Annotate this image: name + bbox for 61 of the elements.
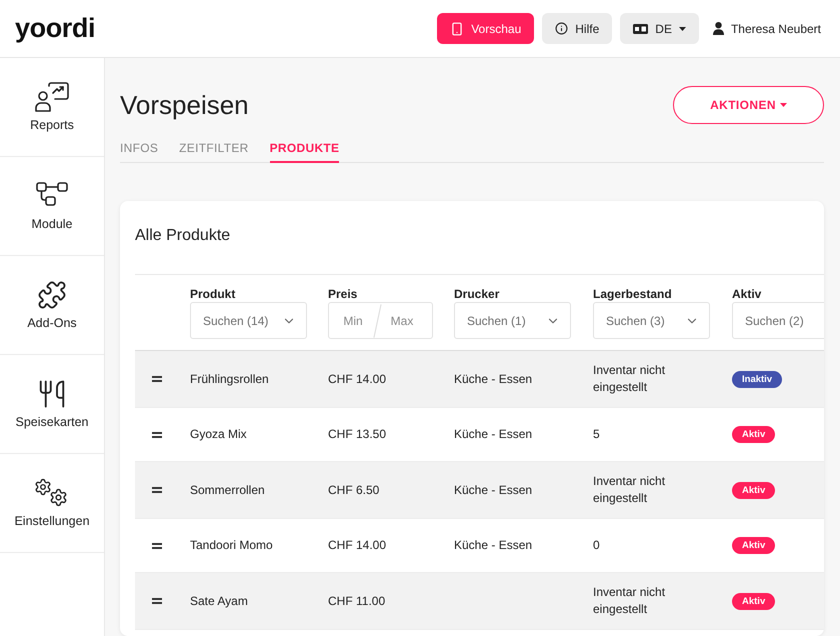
tab[interactable]: PRODUKTE (270, 137, 340, 163)
drag-handle-icon[interactable] (152, 376, 162, 382)
drag-handle-icon[interactable] (152, 487, 162, 493)
table-cell-text: 0 (593, 537, 601, 554)
table-cell-text: Sommerrollen (190, 482, 266, 498)
table-cell-text: Inventar nicht eingestellt (593, 584, 666, 618)
logo-text: yoordi (15, 15, 96, 42)
person-chart-icon (35, 82, 69, 112)
drag-handle-icon[interactable] (152, 598, 162, 604)
table-cell-text: Sate Ayam (190, 592, 249, 610)
filter-dropdown[interactable]: Suchen (3) (593, 302, 710, 339)
table-cell-text: CHF 14.00 (328, 370, 388, 388)
status-badge: Aktiv (732, 592, 776, 610)
column-header: Lagerbestand (593, 287, 672, 302)
status-badge: Aktiv (732, 537, 776, 554)
user-icon (712, 22, 724, 35)
table-cell-text: CHF 13.50 (328, 426, 388, 443)
actions-button[interactable]: AKTIONEN (673, 86, 824, 124)
table-cell-text: Küche - Essen (454, 426, 534, 443)
table-cell-text: CHF 11.00 (328, 592, 386, 610)
fork-knife-icon (37, 379, 67, 409)
status-badge: Inaktiv (732, 370, 782, 388)
info-icon (555, 22, 568, 35)
filter-dropdown[interactable]: Suchen (2) (732, 302, 824, 339)
column-header: Drucker (454, 287, 500, 302)
tab[interactable]: INFOS (120, 137, 158, 163)
max-price-input[interactable]: Max (378, 304, 426, 337)
status-badge: Aktiv (732, 482, 776, 498)
card-title: Alle Produkte (135, 226, 232, 246)
table-cell-text: Küche - Essen (454, 370, 534, 388)
table-cell-text: CHF 6.50 (328, 482, 380, 498)
filter-dropdown[interactable]: Suchen (14) (190, 302, 307, 339)
card-icon (633, 24, 648, 34)
table-cell-text: 5 (593, 426, 601, 443)
phone-icon (450, 22, 464, 36)
column-header: Aktiv (732, 287, 762, 302)
preview-button[interactable]: Vorschau (437, 13, 534, 44)
tab[interactable]: ZEITFILTER (179, 137, 249, 163)
drag-handle-icon[interactable] (152, 432, 162, 438)
puzzle-icon (37, 280, 67, 310)
column-header: Produkt (190, 287, 236, 302)
table-cell-text: Frühlingsrollen (190, 370, 270, 388)
table-cell-text: Küche - Essen (454, 482, 534, 498)
table-cell-text: Tandoori Momo (190, 537, 274, 554)
table-cell-text: Gyoza Mix (190, 426, 248, 443)
help-button[interactable]: Hilfe (542, 13, 612, 44)
page-title: Vorspeisen (120, 90, 249, 120)
table-cell-text: Inventar nicht eingestellt (593, 473, 666, 507)
language-button[interactable]: DE (620, 13, 699, 44)
status-badge: Aktiv (732, 426, 776, 443)
table-cell-text: CHF 14.00 (328, 537, 388, 554)
table-cell-text: Inventar nicht eingestellt (593, 362, 666, 396)
drag-handle-icon[interactable] (152, 542, 162, 548)
column-header: Preis (328, 287, 358, 302)
user-name[interactable]: Theresa Neubert (730, 22, 821, 36)
filter-dropdown[interactable]: Suchen (1) (454, 302, 571, 339)
table-cell-text: Küche - Essen (454, 537, 534, 554)
price-range-field[interactable]: Min Max (328, 302, 433, 339)
caret-icon (780, 103, 787, 107)
caret-icon (678, 26, 686, 30)
min-price-input[interactable]: Min (329, 304, 377, 337)
